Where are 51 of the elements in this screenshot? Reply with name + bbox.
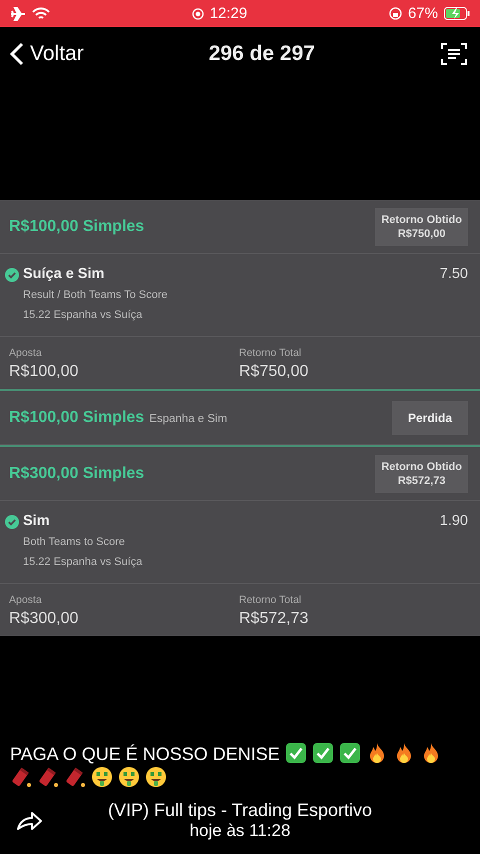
money-face-icon	[118, 766, 140, 788]
caption-text: PAGA O QUE É NOSSO DENISE	[10, 744, 281, 764]
firecracker-icon	[10, 766, 32, 788]
badge-label: Retorno Obtido	[381, 460, 462, 474]
bet-selection-summary: Espanha e Sim	[149, 412, 228, 424]
odds: 1.90	[440, 513, 468, 531]
total-return-label: Retorno Total	[239, 594, 302, 606]
selection-name: Sim	[23, 513, 51, 531]
recording-icon	[192, 8, 204, 20]
page-counter: 296 de 297	[208, 42, 315, 66]
sender-name: (VIP) Full tips - Trading Esportivo	[108, 800, 372, 820]
total-return-label: Retorno Total	[239, 347, 302, 359]
bet-title: R$100,00 Simples	[9, 408, 144, 426]
money-face-icon	[145, 766, 167, 788]
bet-header[interactable]: R$100,00 Simples Retorno Obtido R$750,00	[0, 200, 480, 254]
result-status-button[interactable]: Perdida	[392, 400, 468, 434]
message-time: hoje às 11:28	[190, 820, 290, 840]
check-mark-icon	[284, 742, 307, 764]
stake-value: R$300,00	[9, 610, 80, 628]
rotation-lock-icon	[388, 7, 402, 20]
bet-title: R$100,00 Simples	[9, 218, 144, 236]
stake-value: R$100,00	[9, 363, 80, 381]
firecracker-icon	[37, 766, 59, 788]
event-name: 15.22 Espanha vs Suíça	[23, 556, 144, 570]
bet-header[interactable]: R$300,00 Simples Retorno Obtido R$572,73	[0, 445, 480, 501]
chevron-left-icon	[10, 42, 24, 66]
scan-text-icon[interactable]	[440, 40, 468, 66]
money-face-icon	[91, 766, 113, 788]
selection-name: Suíça e Sim	[23, 266, 106, 284]
battery-percent: 67%	[408, 5, 438, 22]
clock: 12:29	[210, 5, 248, 22]
stake-label: Aposta	[9, 347, 43, 359]
check-mark-icon	[312, 742, 334, 764]
stake-label: Aposta	[9, 594, 43, 606]
battery-icon	[444, 7, 470, 20]
firecracker-icon	[64, 766, 86, 788]
badge-label: Retorno Obtido	[381, 212, 462, 226]
market-name: Result / Both Teams To Score	[23, 289, 168, 304]
total-return-value: R$572,73	[239, 610, 310, 628]
badge-value: R$572,73	[398, 474, 446, 488]
event-name: 15.22 Espanha vs Suíça	[23, 308, 144, 323]
airplane-icon	[10, 6, 26, 20]
odds: 7.50	[440, 266, 468, 284]
back-button[interactable]: Voltar	[10, 42, 84, 66]
badge-value: R$750,00	[398, 226, 446, 240]
wifi-icon	[32, 6, 50, 20]
market-name: Both Teams to Score	[23, 536, 126, 550]
bet-title: R$300,00 Simples	[9, 464, 144, 482]
total-return-value: R$750,00	[239, 363, 310, 381]
bet-header[interactable]: R$100,00 Simples Espanha e Sim Perdida	[0, 389, 480, 445]
check-mark-icon	[338, 742, 361, 764]
